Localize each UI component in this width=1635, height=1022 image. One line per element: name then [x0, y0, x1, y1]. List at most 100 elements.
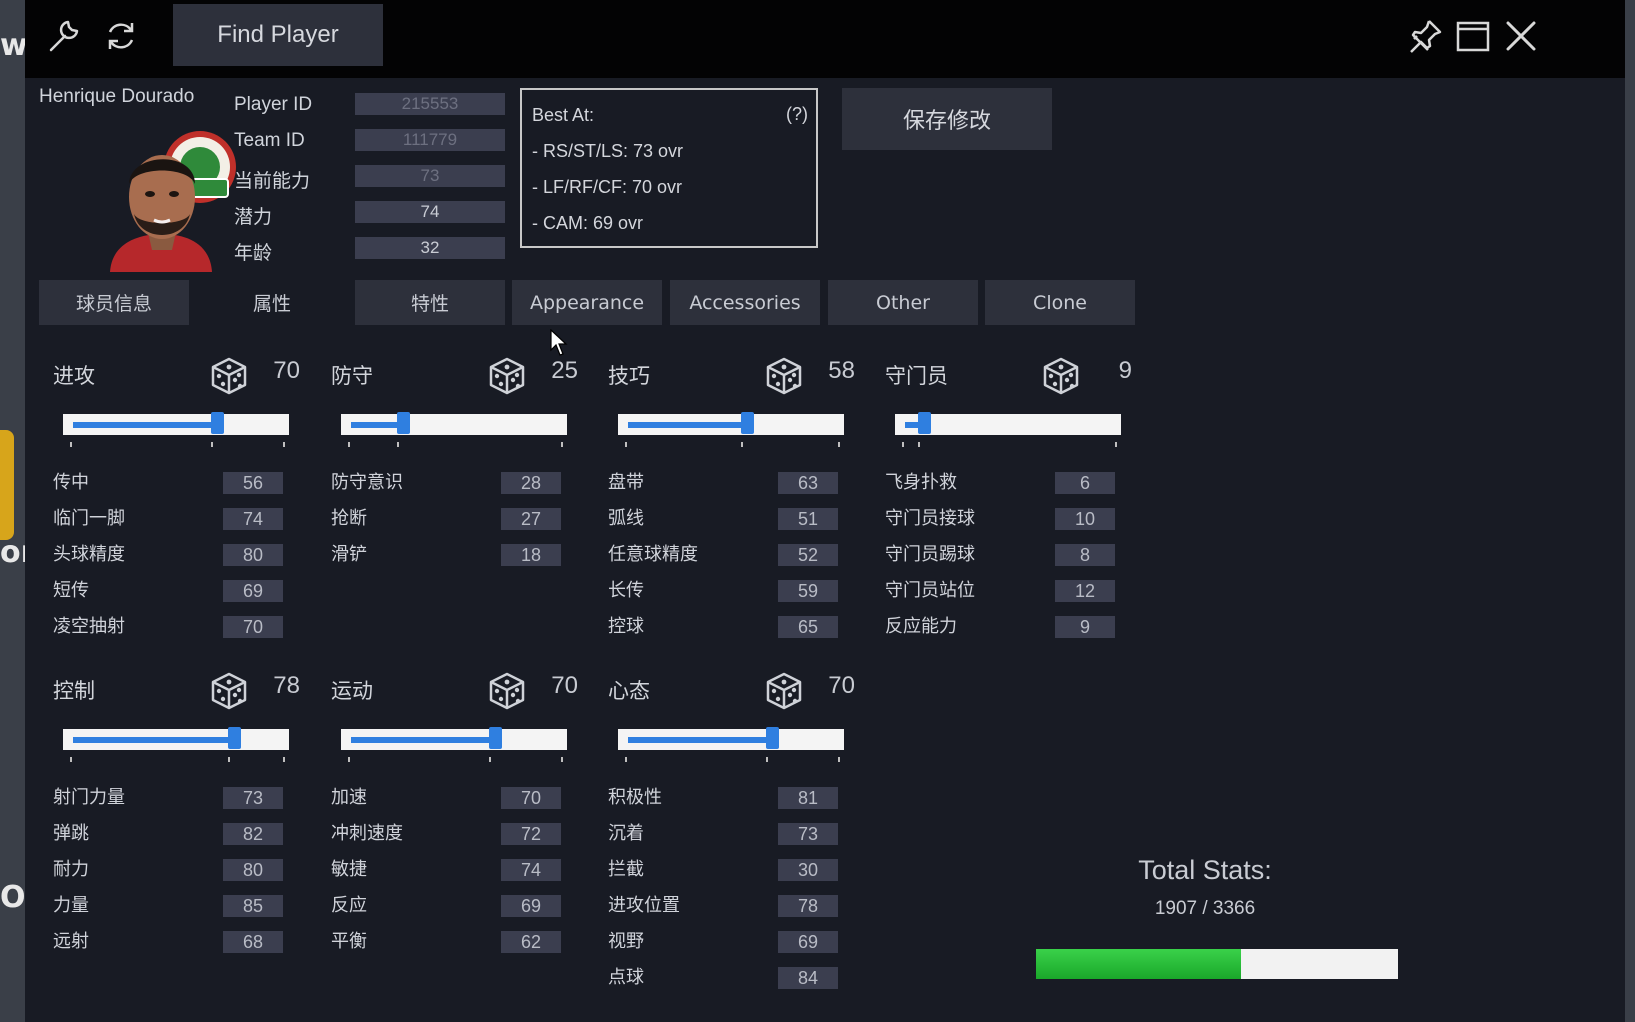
- slider-thumb[interactable]: [227, 727, 241, 749]
- attribute-label: 弹跳: [53, 823, 89, 844]
- refresh-icon[interactable]: [99, 14, 143, 58]
- pin-icon[interactable]: [1403, 14, 1447, 58]
- slider-thumb[interactable]: [211, 412, 225, 434]
- attribute-value-field[interactable]: 80: [223, 544, 283, 566]
- attribute-value-field[interactable]: 72: [501, 823, 561, 845]
- section-title: 心态: [608, 679, 650, 703]
- attribute-value-field[interactable]: 28: [501, 472, 561, 494]
- attribute-value-field[interactable]: 84: [778, 967, 838, 989]
- attribute-value-field[interactable]: 69: [223, 580, 283, 602]
- randomize-dice-icon[interactable]: [487, 671, 527, 711]
- attribute-value-field[interactable]: 73: [778, 823, 838, 845]
- randomize-dice-icon[interactable]: [764, 356, 804, 396]
- potential-field[interactable]: 74: [355, 201, 505, 223]
- potential-label: 潜力: [234, 207, 273, 228]
- attribute-value-field[interactable]: 65: [778, 616, 838, 638]
- tab-accessories[interactable]: Accessories: [670, 280, 820, 325]
- tab-clone[interactable]: Clone: [985, 280, 1135, 325]
- attribute-row: 冲刺速度 72: [331, 823, 566, 845]
- slider-thumb[interactable]: [489, 727, 503, 749]
- attribute-row: 抢断 27: [331, 508, 566, 530]
- wrench-icon[interactable]: [41, 14, 85, 58]
- attribute-value-field[interactable]: 82: [223, 823, 283, 845]
- tab-appearance[interactable]: Appearance: [512, 280, 662, 325]
- background-app-left: w or OC: [0, 0, 48, 1022]
- tab-traits[interactable]: 特性: [355, 280, 505, 325]
- attribute-label: 沉着: [608, 823, 644, 844]
- attribute-value-field[interactable]: 73: [223, 787, 283, 809]
- slider-tick: [917, 442, 920, 447]
- age-field[interactable]: 32: [355, 237, 505, 259]
- slider-thumb[interactable]: [741, 412, 755, 434]
- attribute-row: 拦截 30: [608, 859, 843, 881]
- section-value: 25: [551, 357, 578, 384]
- randomize-dice-icon[interactable]: [764, 671, 804, 711]
- attribute-value-field[interactable]: 70: [223, 616, 283, 638]
- background-shape: [0, 430, 14, 540]
- attribute-value-field[interactable]: 68: [223, 931, 283, 953]
- section-value: 78: [273, 672, 300, 699]
- overall-field[interactable]: 73: [355, 165, 505, 187]
- attribute-label: 抢断: [331, 508, 367, 529]
- attribute-value-field[interactable]: 62: [501, 931, 561, 953]
- randomize-dice-icon[interactable]: [487, 356, 527, 396]
- attribute-value-field[interactable]: 85: [223, 895, 283, 917]
- randomize-dice-icon[interactable]: [209, 671, 249, 711]
- slider-tick: [283, 757, 285, 762]
- section-value: 58: [828, 357, 855, 384]
- find-player-button[interactable]: Find Player: [173, 4, 383, 66]
- attribute-row: 视野 69: [608, 931, 843, 953]
- section-slider[interactable]: [341, 727, 567, 750]
- attribute-value-field[interactable]: 51: [778, 508, 838, 530]
- randomize-dice-icon[interactable]: [1041, 356, 1081, 396]
- randomize-dice-icon[interactable]: [209, 356, 249, 396]
- attribute-value-field[interactable]: 63: [778, 472, 838, 494]
- attribute-value-field[interactable]: 56: [223, 472, 283, 494]
- section-value: 70: [273, 357, 300, 384]
- attribute-value-field[interactable]: 12: [1055, 580, 1115, 602]
- attribute-value-field[interactable]: 59: [778, 580, 838, 602]
- section-title: 防守: [331, 364, 373, 388]
- help-icon[interactable]: (?): [786, 104, 808, 125]
- player-id-field[interactable]: 215553: [355, 93, 505, 115]
- attribute-value-field[interactable]: 78: [778, 895, 838, 917]
- attribute-row: 守门员踢球 8: [885, 544, 1120, 566]
- section-slider[interactable]: [618, 727, 844, 750]
- slider-tick: [396, 442, 399, 447]
- attribute-value-field[interactable]: 10: [1055, 508, 1115, 530]
- save-changes-button[interactable]: 保存修改: [842, 88, 1052, 150]
- attribute-label: 盘带: [608, 472, 644, 493]
- attribute-value-field[interactable]: 52: [778, 544, 838, 566]
- attribute-value-field[interactable]: 69: [501, 895, 561, 917]
- section-slider[interactable]: [895, 412, 1121, 435]
- tab-player-info[interactable]: 球员信息: [39, 280, 189, 325]
- slider-fill: [73, 737, 234, 743]
- attribute-value-field[interactable]: 30: [778, 859, 838, 881]
- slider-thumb[interactable]: [917, 412, 931, 434]
- attribute-value-field[interactable]: 81: [778, 787, 838, 809]
- close-icon[interactable]: [1499, 14, 1543, 58]
- attribute-value-field[interactable]: 74: [501, 859, 561, 881]
- attribute-value-field[interactable]: 18: [501, 544, 561, 566]
- section-slider[interactable]: [341, 412, 567, 435]
- attribute-row: 点球 84: [608, 967, 843, 989]
- attribute-value-field[interactable]: 27: [501, 508, 561, 530]
- attribute-value-field[interactable]: 8: [1055, 544, 1115, 566]
- overall-label: 当前能力: [234, 171, 311, 192]
- attribute-value-field[interactable]: 69: [778, 931, 838, 953]
- slider-thumb[interactable]: [396, 412, 410, 434]
- section-slider[interactable]: [63, 727, 289, 750]
- attribute-value-field[interactable]: 80: [223, 859, 283, 881]
- team-id-field[interactable]: 111779: [355, 129, 505, 151]
- attribute-value-field[interactable]: 70: [501, 787, 561, 809]
- section-slider[interactable]: [63, 412, 289, 435]
- player-avatar: [100, 122, 240, 272]
- maximize-icon[interactable]: [1451, 14, 1495, 58]
- slider-thumb[interactable]: [766, 727, 780, 749]
- attribute-value-field[interactable]: 9: [1055, 616, 1115, 638]
- attribute-value-field[interactable]: 6: [1055, 472, 1115, 494]
- tab-attributes[interactable]: 属性: [197, 280, 347, 325]
- attribute-value-field[interactable]: 74: [223, 508, 283, 530]
- section-slider[interactable]: [618, 412, 844, 435]
- tab-other[interactable]: Other: [828, 280, 978, 325]
